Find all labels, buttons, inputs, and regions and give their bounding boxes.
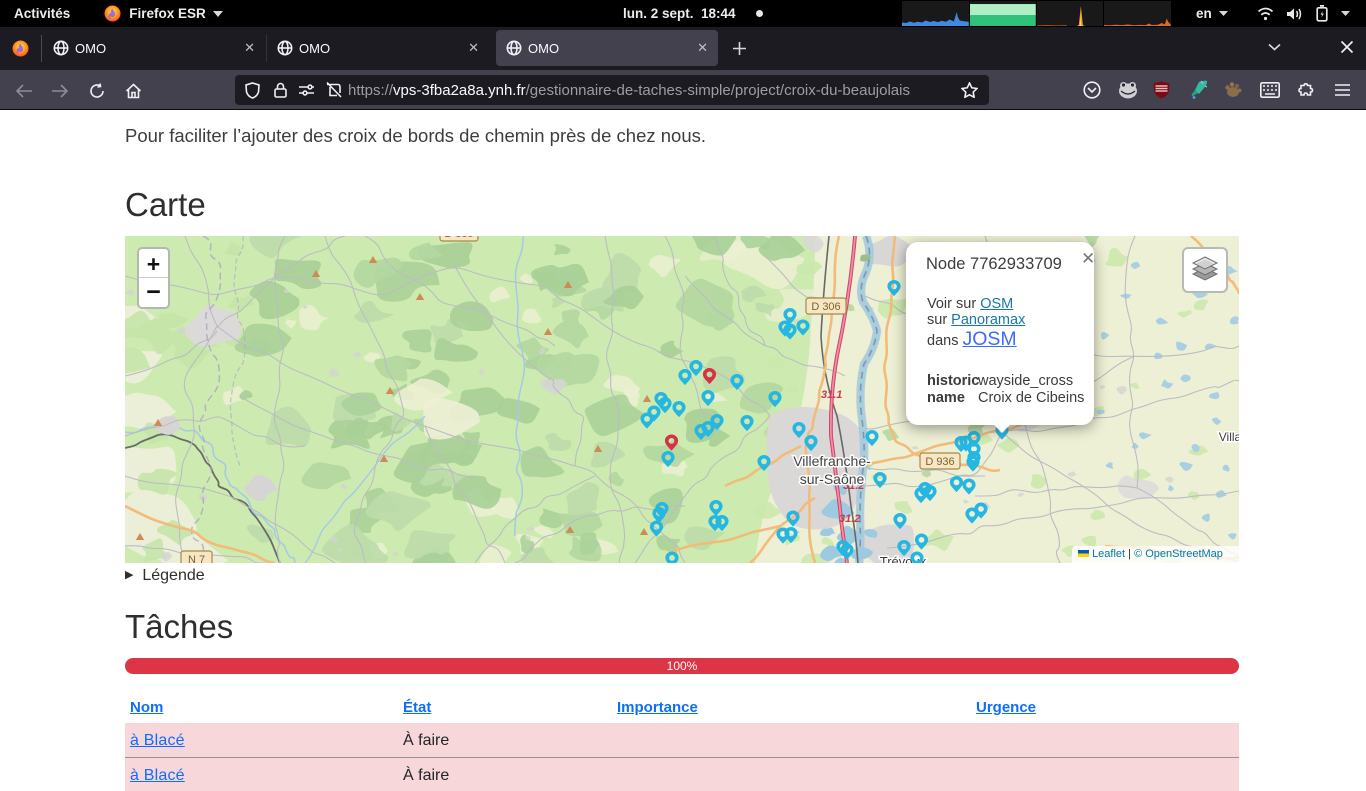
svg-text:31.2: 31.2 (839, 513, 860, 525)
svg-text:31.1: 31.1 (821, 389, 842, 401)
svg-text:D 306: D 306 (811, 301, 840, 313)
svg-text:sur-Saône: sur-Saône (800, 471, 865, 487)
svg-text:D 936: D 936 (925, 456, 954, 468)
svg-text:N 7: N 7 (188, 554, 205, 563)
svg-text:Villefranche-: Villefranche- (793, 453, 871, 469)
svg-text:Villars: Villars (1219, 430, 1239, 444)
svg-text:D 385: D 385 (444, 236, 473, 240)
